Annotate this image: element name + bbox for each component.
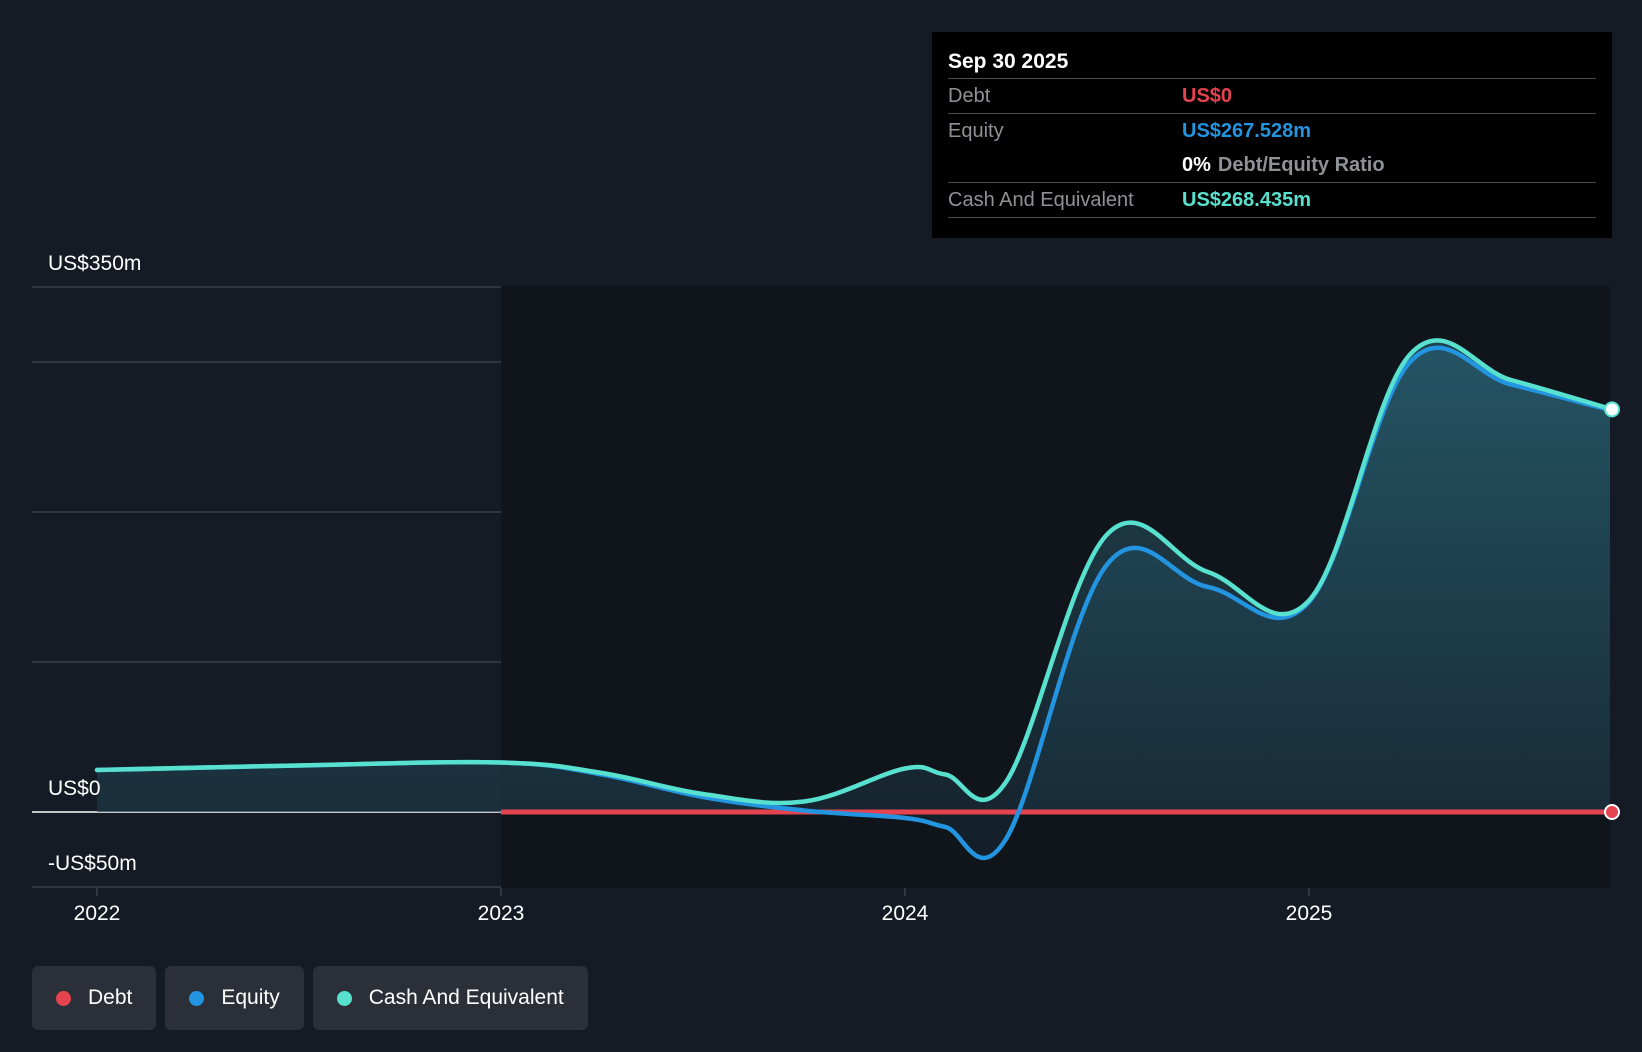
end-marker-cash (1604, 401, 1620, 418)
tooltip-debt-value: US$0 (1182, 85, 1233, 107)
tooltip-cash-value: US$268.435m (1182, 189, 1311, 211)
tooltip-row-ratio: 0% Debt/Equity Ratio (948, 148, 1596, 183)
x-tick-label: 2025 (1286, 902, 1333, 925)
tooltip-equity-label: Equity (948, 120, 1004, 142)
x-tick-label: 2024 (882, 902, 929, 925)
legend-label-cash: Cash And Equivalent (368, 986, 564, 1009)
tooltip-row-cash: Cash And Equivalent US$268.435m (948, 183, 1596, 218)
tooltip-panel: Sep 30 2025 Debt US$0 Equity US$267.528m… (932, 32, 1612, 238)
tooltip-ratio-value: 0% (1182, 154, 1211, 176)
y-axis-label: -US$50m (48, 852, 137, 875)
legend-label-debt: Debt (88, 986, 133, 1009)
tooltip-row-debt: Debt US$0 (948, 79, 1596, 114)
x-tick-label: 2023 (478, 902, 525, 925)
debt-equity-chart: US$350m US$0 -US$50m 2022 2023 2024 2025 Sep 3… (0, 0, 1642, 1052)
legend-dot-equity (189, 990, 205, 1006)
legend-item-equity[interactable]: Equity (165, 966, 304, 1030)
tooltip-date: Sep 30 2025 (948, 46, 1596, 79)
legend-dot-cash (336, 990, 352, 1006)
legend: Debt Equity Cash And Equivalent (32, 966, 588, 1030)
legend-dot-debt (56, 990, 71, 1006)
y-axis-label: US$0 (48, 777, 101, 800)
tooltip-row-equity: Equity US$267.528m (948, 114, 1596, 148)
x-tick-label: 2022 (74, 902, 121, 925)
tooltip-cash-label: Cash And Equivalent (948, 189, 1134, 211)
tooltip-equity-value: US$267.528m (1182, 120, 1311, 142)
legend-item-debt[interactable]: Debt (32, 966, 157, 1030)
tooltip-debt-label: Debt (948, 85, 991, 107)
y-axis-label: US$350m (48, 252, 141, 275)
legend-item-cash[interactable]: Cash And Equivalent (312, 966, 588, 1030)
end-marker-debt (1604, 804, 1620, 820)
tooltip-ratio-label: Debt/Equity Ratio (1217, 154, 1385, 176)
legend-label-equity: Equity (221, 986, 280, 1009)
